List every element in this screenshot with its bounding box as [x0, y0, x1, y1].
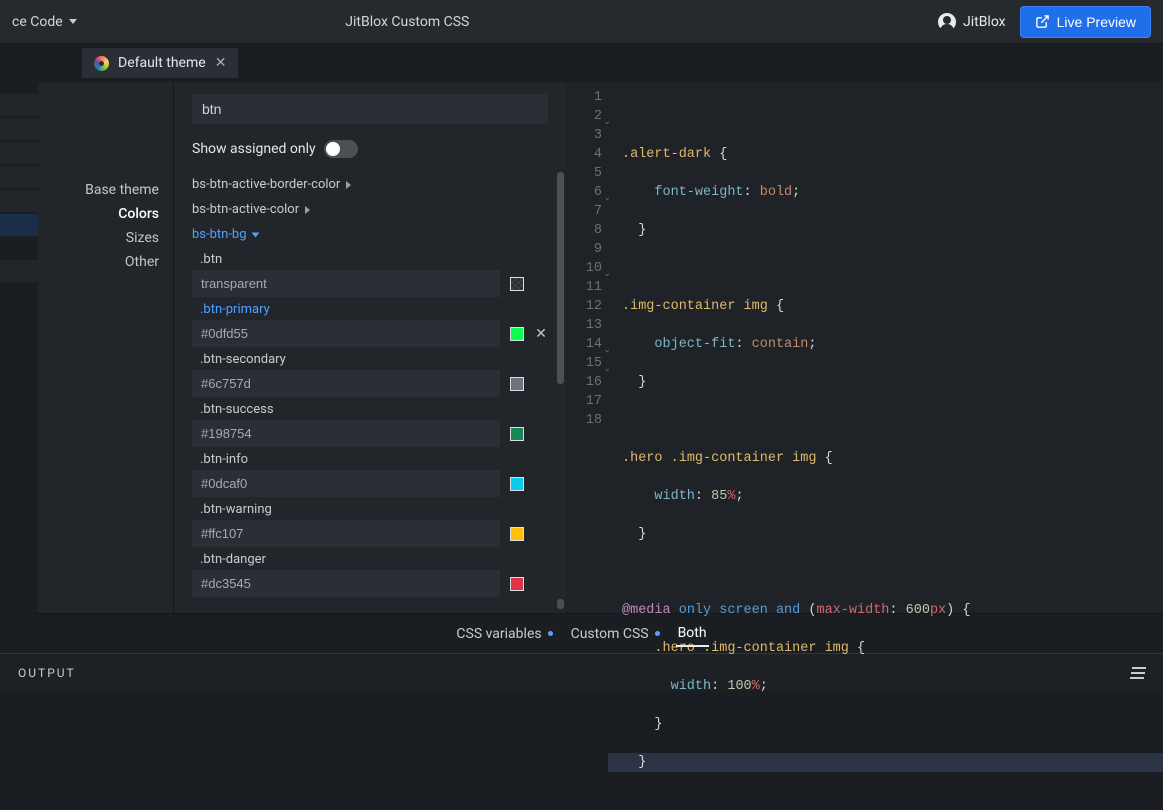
rail-item[interactable] [0, 190, 38, 212]
tab-strip: Default theme ✕ [38, 44, 1163, 82]
rail-item[interactable] [0, 166, 38, 188]
chevron-down-icon [251, 232, 259, 237]
output-label[interactable]: OUTPUT [18, 666, 76, 680]
color-swatch[interactable] [510, 577, 524, 591]
var-group-label: bs-btn-bg [192, 227, 247, 242]
var-group-label: bs-btn-active-border-color [192, 177, 340, 192]
color-value-input[interactable] [192, 470, 500, 497]
avatar-icon [938, 13, 956, 31]
palette-icon [94, 56, 109, 71]
top-bar: ce Code JitBlox Custom CSS JitBlox Live … [0, 0, 1163, 44]
value-row [192, 370, 548, 397]
color-value-input[interactable] [192, 270, 500, 297]
color-value-input[interactable] [192, 370, 500, 397]
menu-icon[interactable] [1131, 667, 1145, 679]
left-rail [0, 44, 38, 613]
tab-default-theme[interactable]: Default theme ✕ [82, 48, 238, 78]
chevron-right-icon [346, 181, 351, 189]
tab-both[interactable]: Both [676, 621, 709, 647]
indicator-dot-icon [655, 631, 660, 636]
class-label[interactable]: .btn-danger [192, 547, 548, 570]
code-editor[interactable]: 12⌄3456⌄78910⌄11121314⌄15⌄161718 .alert-… [566, 82, 1163, 613]
color-value-input[interactable] [192, 570, 500, 597]
external-link-icon [1035, 14, 1050, 29]
color-swatch[interactable] [510, 527, 524, 541]
value-row [192, 270, 548, 297]
show-assigned-label: Show assigned only [192, 141, 316, 157]
clear-icon[interactable]: ✕ [534, 326, 548, 342]
close-icon[interactable]: ✕ [215, 55, 227, 71]
class-label[interactable]: .btn-secondary [192, 347, 548, 370]
class-label[interactable]: .btn-warning [192, 497, 548, 520]
rail-item[interactable] [0, 118, 38, 140]
variables-panel: Show assigned only bs-btn-active-border-… [174, 82, 566, 613]
sidebar-item-colors[interactable]: Colors [38, 202, 173, 226]
color-swatch[interactable] [510, 277, 524, 291]
var-group-expanded[interactable]: bs-btn-bg [192, 222, 548, 247]
tab-custom-css[interactable]: Custom CSS [569, 622, 662, 646]
class-label[interactable]: .btn [192, 247, 548, 270]
color-value-input[interactable] [192, 520, 500, 547]
class-label[interactable]: .btn-primary [192, 297, 548, 320]
color-swatch[interactable] [510, 477, 524, 491]
color-swatch[interactable] [510, 327, 524, 341]
rail-item[interactable] [0, 94, 38, 116]
window-title: JitBlox Custom CSS [0, 14, 938, 30]
sidebar-item-base-theme[interactable]: Base theme [38, 178, 173, 202]
user-chip[interactable]: JitBlox [938, 13, 1006, 31]
scrollbar[interactable] [557, 599, 564, 609]
value-row [192, 420, 548, 447]
rail-item[interactable] [0, 142, 38, 164]
class-label[interactable]: .btn-success [192, 397, 548, 420]
chevron-right-icon [305, 206, 310, 214]
class-label[interactable]: .btn-info [192, 447, 548, 470]
value-row: ✕ [192, 320, 548, 347]
value-row [192, 520, 548, 547]
var-group-label: bs-btn-active-color [192, 202, 299, 217]
color-value-input[interactable] [192, 320, 500, 347]
live-preview-button[interactable]: Live Preview [1020, 6, 1151, 38]
sidebar-item-sizes[interactable]: Sizes [38, 226, 173, 250]
color-value-input[interactable] [192, 420, 500, 447]
scrollbar[interactable] [557, 172, 564, 384]
user-name: JitBlox [963, 14, 1006, 30]
rail-item[interactable] [0, 260, 38, 282]
tab-label: Default theme [118, 55, 206, 71]
var-group[interactable]: bs-btn-active-border-color [192, 172, 548, 197]
live-preview-label: Live Preview [1057, 14, 1136, 30]
line-gutter: 12⌄3456⌄78910⌄11121314⌄15⌄161718 [566, 82, 608, 613]
theme-sidebar: Base theme Colors Sizes Other [38, 82, 174, 613]
value-row [192, 570, 548, 597]
code-area[interactable]: .alert-dark { font-weight: bold; } .img-… [608, 82, 1163, 613]
color-swatch[interactable] [510, 427, 524, 441]
var-group[interactable]: bs-btn-active-color [192, 197, 548, 222]
tab-css-variables[interactable]: CSS variables [454, 622, 554, 646]
show-assigned-toggle[interactable] [324, 140, 358, 158]
color-swatch[interactable] [510, 377, 524, 391]
sidebar-item-other[interactable]: Other [38, 250, 173, 274]
value-row [192, 470, 548, 497]
search-input[interactable] [192, 94, 548, 124]
indicator-dot-icon [548, 631, 553, 636]
rail-item-active[interactable] [0, 214, 38, 236]
